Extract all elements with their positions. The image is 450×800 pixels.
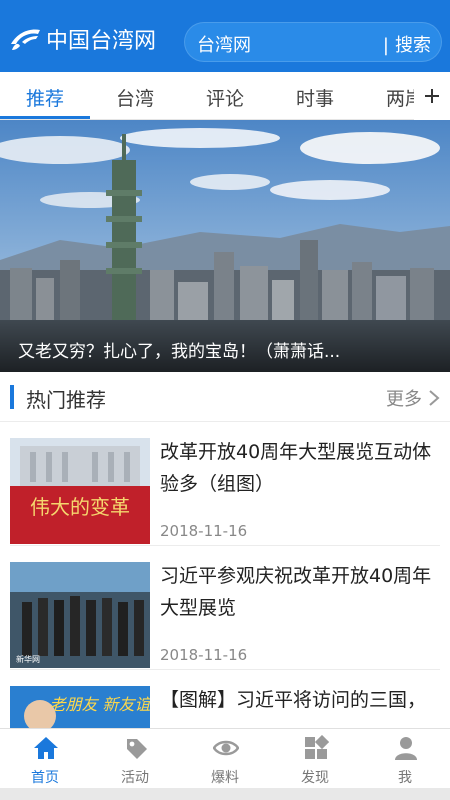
tabbar-label: 首页 — [31, 770, 59, 786]
tab-taiwan[interactable]: 台湾 — [90, 84, 180, 111]
news-thumbnail: 老朋友 新友谊 — [10, 686, 150, 728]
eye-icon — [213, 740, 239, 756]
news-title: 习近平参观庆祝改革开放40周年大型展览 — [160, 565, 432, 619]
list-item[interactable]: 老朋友 新友谊 【图解】习近平将访问的三国， — [10, 670, 440, 728]
app-header: 中国台湾网 台湾网 搜索 — [0, 0, 450, 72]
list-item[interactable]: 新华网 习近平参观庆祝改革开放40周年大型展览 2018-11-16 — [10, 546, 440, 670]
tabbar-tips[interactable]: 爆料 — [180, 729, 270, 789]
list-item[interactable]: 伟大的变革 改革开放40周年大型展览互动体验多（组图） 2018-11-16 — [10, 422, 440, 546]
hero-banner[interactable]: 又老又穷？扎心了，我的宝岛！（萧萧话... — [0, 120, 450, 372]
thumb-slogan: 老朋友 新友谊 — [49, 695, 150, 714]
news-thumbnail: 伟大的变革 — [10, 438, 150, 544]
section-title: 热门推荐 — [26, 388, 106, 412]
category-tabs: 推荐 台湾 评论 时事 两岸 — [0, 72, 450, 120]
user-icon — [395, 737, 417, 760]
thumb-watermark: 新华网 — [16, 654, 40, 664]
search-input[interactable]: 台湾网 — [197, 31, 251, 57]
thumb-banner-text: 伟大的变革 — [30, 495, 130, 519]
tabbar-label: 我 — [398, 770, 412, 786]
home-icon — [34, 737, 58, 759]
tabbar-home[interactable]: 首页 — [0, 729, 90, 789]
section-accent-bar — [10, 385, 14, 409]
news-title: 改革开放40周年大型展览互动体验多（组图） — [160, 441, 432, 495]
tab-recommend[interactable]: 推荐 — [0, 84, 90, 111]
tabbar-discover[interactable]: 发现 — [270, 729, 360, 789]
news-thumbnail: 新华网 — [10, 562, 150, 668]
more-link[interactable]: 更多 — [386, 385, 422, 411]
logo-text: 中国台湾网 — [46, 29, 157, 54]
news-date: 2018-11-16 — [160, 522, 248, 540]
active-tab-indicator — [0, 116, 90, 119]
bottom-tab-bar: 首页 活动 爆料 发现 我 — [0, 728, 450, 788]
tab-current-affairs[interactable]: 时事 — [270, 84, 360, 111]
hero-caption-overlay: 又老又穷？扎心了，我的宝岛！（萧萧话... — [0, 320, 450, 372]
news-date: 2018-11-16 — [160, 646, 248, 664]
chevron-right-icon[interactable] — [428, 389, 440, 407]
search-box[interactable]: 台湾网 搜索 — [184, 22, 442, 62]
hero-caption: 又老又穷？扎心了，我的宝岛！（萧萧话... — [18, 342, 341, 362]
tag-icon — [127, 739, 147, 759]
news-title: 【图解】习近平将访问的三国， — [160, 689, 427, 711]
news-list: 伟大的变革 改革开放40周年大型展览互动体验多（组图） 2018-11-16 新… — [0, 422, 450, 728]
tabbar-activities[interactable]: 活动 — [90, 729, 180, 789]
logo-icon — [11, 29, 40, 50]
bottom-edge — [0, 788, 450, 800]
tabbar-me[interactable]: 我 — [360, 729, 450, 789]
tabbar-label: 活动 — [121, 770, 149, 786]
search-button[interactable]: 搜索 — [383, 31, 431, 57]
add-tab-button[interactable] — [414, 72, 450, 120]
grid-icon — [305, 735, 329, 759]
plus-icon — [425, 89, 439, 103]
hot-section-header: 热门推荐 更多 — [0, 372, 450, 422]
tab-commentary[interactable]: 评论 — [180, 84, 270, 111]
logo[interactable]: 中国台湾网 — [8, 22, 156, 56]
tabbar-label: 爆料 — [211, 770, 239, 786]
tabbar-label: 发现 — [301, 770, 329, 786]
